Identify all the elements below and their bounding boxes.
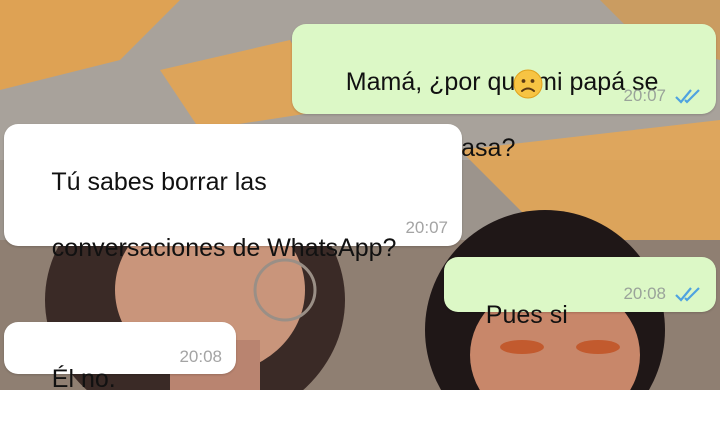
message-line: Él no. xyxy=(51,365,116,393)
message-meta: 20:07 xyxy=(623,86,702,106)
message-line: Pues si xyxy=(485,301,568,329)
message-text: Pues si xyxy=(458,266,568,365)
worried-face-icon xyxy=(513,69,543,99)
message-time: 20:07 xyxy=(623,86,666,105)
message-time: 20:08 xyxy=(623,284,666,303)
message-time: 20:08 xyxy=(179,347,222,366)
message-text: Él no. xyxy=(24,330,116,429)
incoming-message-bubble[interactable]: Tú sabes borrar las conversaciones de Wh… xyxy=(4,124,462,262)
message-line: Mamá, ¿por qué mi papá se xyxy=(345,68,659,96)
outgoing-message-bubble[interactable]: Mamá, ¿por qué mi papá se fué de la casa… xyxy=(292,24,716,162)
message-line: Tú sabes borrar las xyxy=(51,168,267,196)
message-meta: 20:08 xyxy=(623,284,702,304)
message-meta: 20:08 xyxy=(179,347,222,367)
message-text: Tú sabes borrar las conversaciones de Wh… xyxy=(24,133,396,298)
outgoing-message-bubble[interactable]: Pues si 20:08 xyxy=(444,257,716,329)
message-line: conversaciones de WhatsApp? xyxy=(51,234,397,262)
message-meta: 20:07 xyxy=(405,218,448,238)
double-check-read-icon xyxy=(674,88,702,104)
double-check-read-icon xyxy=(674,286,702,302)
incoming-message-bubble[interactable]: Él no. 20:08 xyxy=(4,322,236,393)
message-time: 20:07 xyxy=(405,218,448,237)
